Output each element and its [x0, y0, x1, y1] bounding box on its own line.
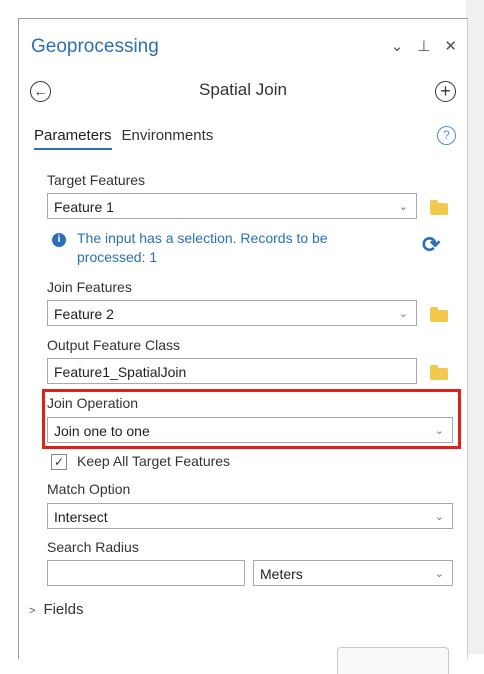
search-radius-label: Search Radius — [47, 539, 139, 555]
folder-icon[interactable] — [430, 200, 448, 215]
options-dropdown-icon[interactable]: ⌄ — [391, 37, 404, 55]
fields-expander[interactable]: > Fields — [29, 601, 83, 618]
join-features-label: Join Features — [47, 279, 132, 295]
search-radius-unit-select[interactable]: Meters ⌄ — [253, 560, 453, 586]
pin-icon[interactable]: ⊥ — [417, 37, 430, 55]
info-icon: i — [52, 233, 66, 247]
run-button[interactable] — [337, 647, 449, 674]
chevron-down-icon: ⌄ — [434, 511, 444, 523]
chevron-right-icon: > — [29, 605, 36, 617]
add-icon[interactable]: + — [435, 81, 456, 102]
target-features-value: Feature 1 — [54, 199, 114, 215]
search-radius-unit-value: Meters — [260, 566, 303, 582]
folder-icon[interactable] — [430, 365, 448, 380]
refresh-icon[interactable]: ⟳ — [422, 232, 440, 258]
chevron-down-icon: ⌄ — [398, 308, 408, 320]
right-gutter — [466, 0, 484, 654]
match-option-value: Intersect — [54, 509, 108, 525]
join-features-value: Feature 2 — [54, 306, 114, 322]
selection-info-message: The input has a selection. Records to be… — [77, 230, 328, 265]
search-radius-input[interactable] — [47, 560, 245, 586]
target-features-select[interactable]: Feature 1 ⌄ — [47, 193, 417, 219]
pane-controls: ⌄ ⊥ ✕ — [391, 37, 457, 55]
join-features-select[interactable]: Feature 2 ⌄ — [47, 300, 417, 326]
chevron-down-icon: ⌄ — [398, 201, 408, 213]
fields-label: Fields — [43, 601, 84, 618]
join-operation-label: Join Operation — [47, 395, 139, 411]
tab-bar: Parameters Environments — [34, 127, 213, 150]
output-feature-class-label: Output Feature Class — [47, 337, 181, 353]
tool-title: Spatial Join — [199, 80, 287, 99]
target-features-label: Target Features — [47, 172, 146, 188]
keep-all-target-checkbox[interactable]: ✓ — [51, 454, 67, 470]
chevron-down-icon: ⌄ — [434, 568, 444, 580]
help-icon[interactable]: ? — [437, 126, 456, 145]
output-feature-class-input[interactable]: Feature1_SpatialJoin — [47, 358, 417, 384]
folder-icon[interactable] — [430, 307, 448, 322]
close-icon[interactable]: ✕ — [444, 37, 457, 55]
join-operation-select[interactable]: Join one to one ⌄ — [47, 417, 453, 443]
match-option-label: Match Option — [47, 481, 131, 497]
geoprocessing-pane: Geoprocessing ⌄ ⊥ ✕ ← Spatial Join + Par… — [18, 18, 468, 674]
keep-all-target-label: Keep All Target Features — [77, 453, 231, 469]
chevron-down-icon: ⌄ — [434, 425, 444, 437]
pane-title: Geoprocessing — [31, 36, 159, 57]
match-option-select[interactable]: Intersect ⌄ — [47, 503, 453, 529]
output-feature-class-value: Feature1_SpatialJoin — [54, 364, 187, 380]
tab-parameters[interactable]: Parameters — [34, 127, 112, 150]
tab-environments[interactable]: Environments — [122, 127, 214, 150]
join-operation-value: Join one to one — [54, 423, 150, 439]
